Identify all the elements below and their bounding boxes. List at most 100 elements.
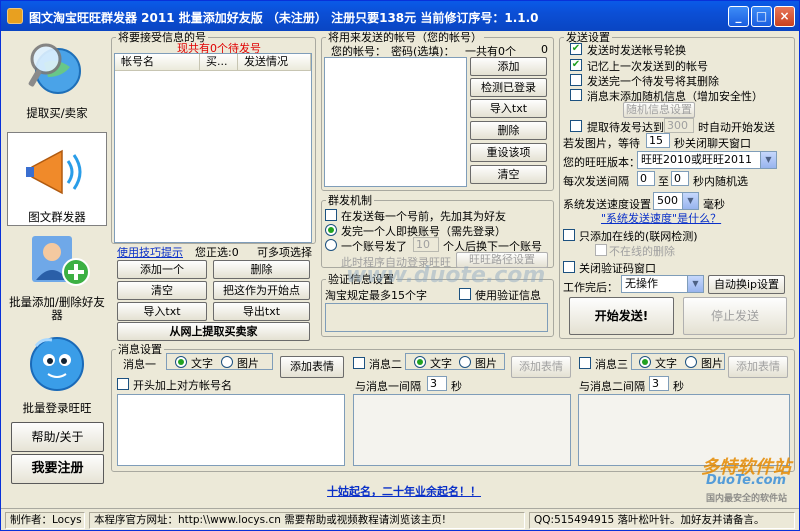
msg2-text-radio[interactable] [414,356,426,368]
minimize-button[interactable]: _ [728,6,749,27]
random-info-settings-button[interactable]: 随机信息设置 [623,102,695,118]
auto-ip-button[interactable]: 自动换ip设置 [708,275,785,294]
msg2-text-label: 文字 [430,357,452,370]
interval-from-input[interactable]: 0 [637,171,655,186]
multi-select-note: 可多项选择 [257,246,312,259]
col-buyer[interactable]: 买... [200,54,238,71]
app-icon [7,8,23,24]
version-select[interactable]: 旺旺2010或旺旺2011 ▼ [637,151,777,169]
remember-last-checkbox[interactable]: ✔ [570,59,582,71]
msg2-textarea[interactable] [353,394,571,466]
set-start-button[interactable]: 把这作为开始点 [213,281,310,300]
msg2-emoji-button[interactable]: 添加表情 [511,356,571,378]
close-verify-label: 关闭验证码窗口 [579,262,656,275]
col-status[interactable]: 发送情况 [238,54,311,71]
delete-target-button[interactable]: 删除 [213,260,310,279]
auto-start-checkbox[interactable] [570,120,582,132]
interval-to-input[interactable]: 0 [671,171,689,186]
after-work-select-value: 无操作 [625,277,658,290]
msg1-text-radio[interactable] [175,356,187,368]
offline-delete-checkbox[interactable] [595,244,607,256]
import-senders-button[interactable]: 导入txt [470,99,547,118]
reset-sender-button[interactable]: 重设该项 [470,143,547,162]
switch-count-input[interactable]: 10 [413,237,439,252]
add-one-button[interactable]: 添加一个 [117,260,207,279]
auto-start-threshold-input[interactable]: 300 [664,118,694,133]
slogan-link[interactable]: 十姑起名，二十年业余起名！！ [327,483,481,499]
image-wait-input[interactable]: 15 [646,133,670,148]
delete-after-send-checkbox[interactable] [570,74,582,86]
msg3-checkbox[interactable] [579,357,591,369]
msg3-image-label: 图片 [701,357,723,370]
nav-mass-sender[interactable]: 图文群发器 [7,132,107,226]
remember-last-label: 记忆上一次发送到的帐号 [587,60,708,73]
clear-targets-button[interactable]: 清空 [117,281,207,300]
msg1-textarea[interactable] [117,394,345,466]
msg3-text-radio[interactable] [639,356,651,368]
msg3-gap-input[interactable]: 3 [649,376,669,391]
prefix-name-checkbox[interactable] [117,378,129,390]
targets-list[interactable]: 帐号名 买... 发送情况 [114,53,312,243]
nav-batch-login[interactable]: 批量登录旺旺 [7,332,107,416]
interval-to-label: 至 [658,175,669,188]
selected-count: 您正选:0 [195,246,239,259]
msg3-image-radio[interactable] [685,356,697,368]
clear-senders-button[interactable]: 清空 [470,165,547,184]
msg1-emoji-button[interactable]: 添加表情 [280,356,344,378]
msg1-label: 消息一 [123,358,156,371]
fetch-buyers-button[interactable]: 从网上提取买卖家 [117,322,310,341]
msg2-image-radio[interactable] [459,356,471,368]
import-targets-button[interactable]: 导入txt [117,302,207,321]
chevron-down-icon: ▼ [682,193,698,209]
msg2-checkbox[interactable] [353,357,365,369]
status-author: 制作者：Locys [5,512,85,529]
auto-start-suffix: 时自动开始发送 [698,121,775,134]
after-work-select[interactable]: 无操作 ▼ [621,275,704,293]
use-verify-checkbox[interactable] [459,288,471,300]
close-verify-checkbox[interactable] [563,261,575,273]
rotate-accounts-checkbox[interactable]: ✔ [570,43,582,55]
msg3-gap-label: 与消息二间隔 [579,380,645,393]
chevron-down-icon: ▼ [687,276,703,292]
msg2-gap-input[interactable]: 3 [427,376,447,391]
speed-help-link[interactable]: "系统发送速度"是什么？ [601,210,721,226]
switch-per-count-radio[interactable] [325,239,337,251]
senders-list[interactable] [324,57,467,187]
watermark-brand-sub: 国内最安全的软件站 [706,494,788,504]
add-friend-first-checkbox[interactable] [325,209,337,221]
rotate-accounts-label: 发送时发送帐号轮换 [587,44,686,57]
online-only-checkbox[interactable] [563,229,575,241]
add-user-icon [22,232,92,292]
msg1-image-radio[interactable] [221,356,233,368]
use-verify-label: 使用验证信息 [475,289,541,302]
random-info-checkbox[interactable] [570,89,582,101]
register-button[interactable]: 我要注册 [11,454,104,484]
verify-note: 淘宝规定最多15个字 [325,289,427,302]
nav-extract-buyers[interactable]: 提取买/卖家 [7,37,107,123]
speed-select-value: 500 [657,194,678,207]
start-send-button[interactable]: 开始发送! [569,297,674,335]
version-label: 您的旺旺版本： [563,156,640,169]
help-about-button[interactable]: 帮助/关于 [11,422,104,452]
msg1-text-label: 文字 [191,357,213,370]
speed-select[interactable]: 500 ▼ [653,192,699,210]
maximize-button[interactable]: □ [751,6,772,27]
switch-per-person-radio[interactable] [325,224,337,236]
verify-input[interactable] [325,303,548,332]
export-targets-button[interactable]: 导出txt [213,302,310,321]
msg3-emoji-button[interactable]: 添加表情 [728,356,788,378]
nav-extract-buyers-label: 提取买/卖家 [26,106,88,120]
nav-batch-friends[interactable]: 批量添加/删除好友器 [7,232,107,324]
check-logged-button[interactable]: 检测已登录 [470,78,547,97]
delete-sender-button[interactable]: 删除 [470,121,547,140]
msg1-image-label: 图片 [237,357,259,370]
add-sender-button[interactable]: 添加 [470,57,547,76]
senders-total-num: 0 [541,43,548,56]
stop-send-button[interactable]: 停止发送 [683,297,787,335]
msg3-text-label: 文字 [655,357,677,370]
offline-delete-label: 不在线的删除 [609,245,675,258]
close-button[interactable]: × [774,6,795,27]
tips-link[interactable]: 使用技巧提示 [117,244,183,260]
status-qq: QQ:515494915 落叶松叶针。加好友并请备言。 [529,512,795,529]
col-account[interactable]: 帐号名 [115,54,200,71]
